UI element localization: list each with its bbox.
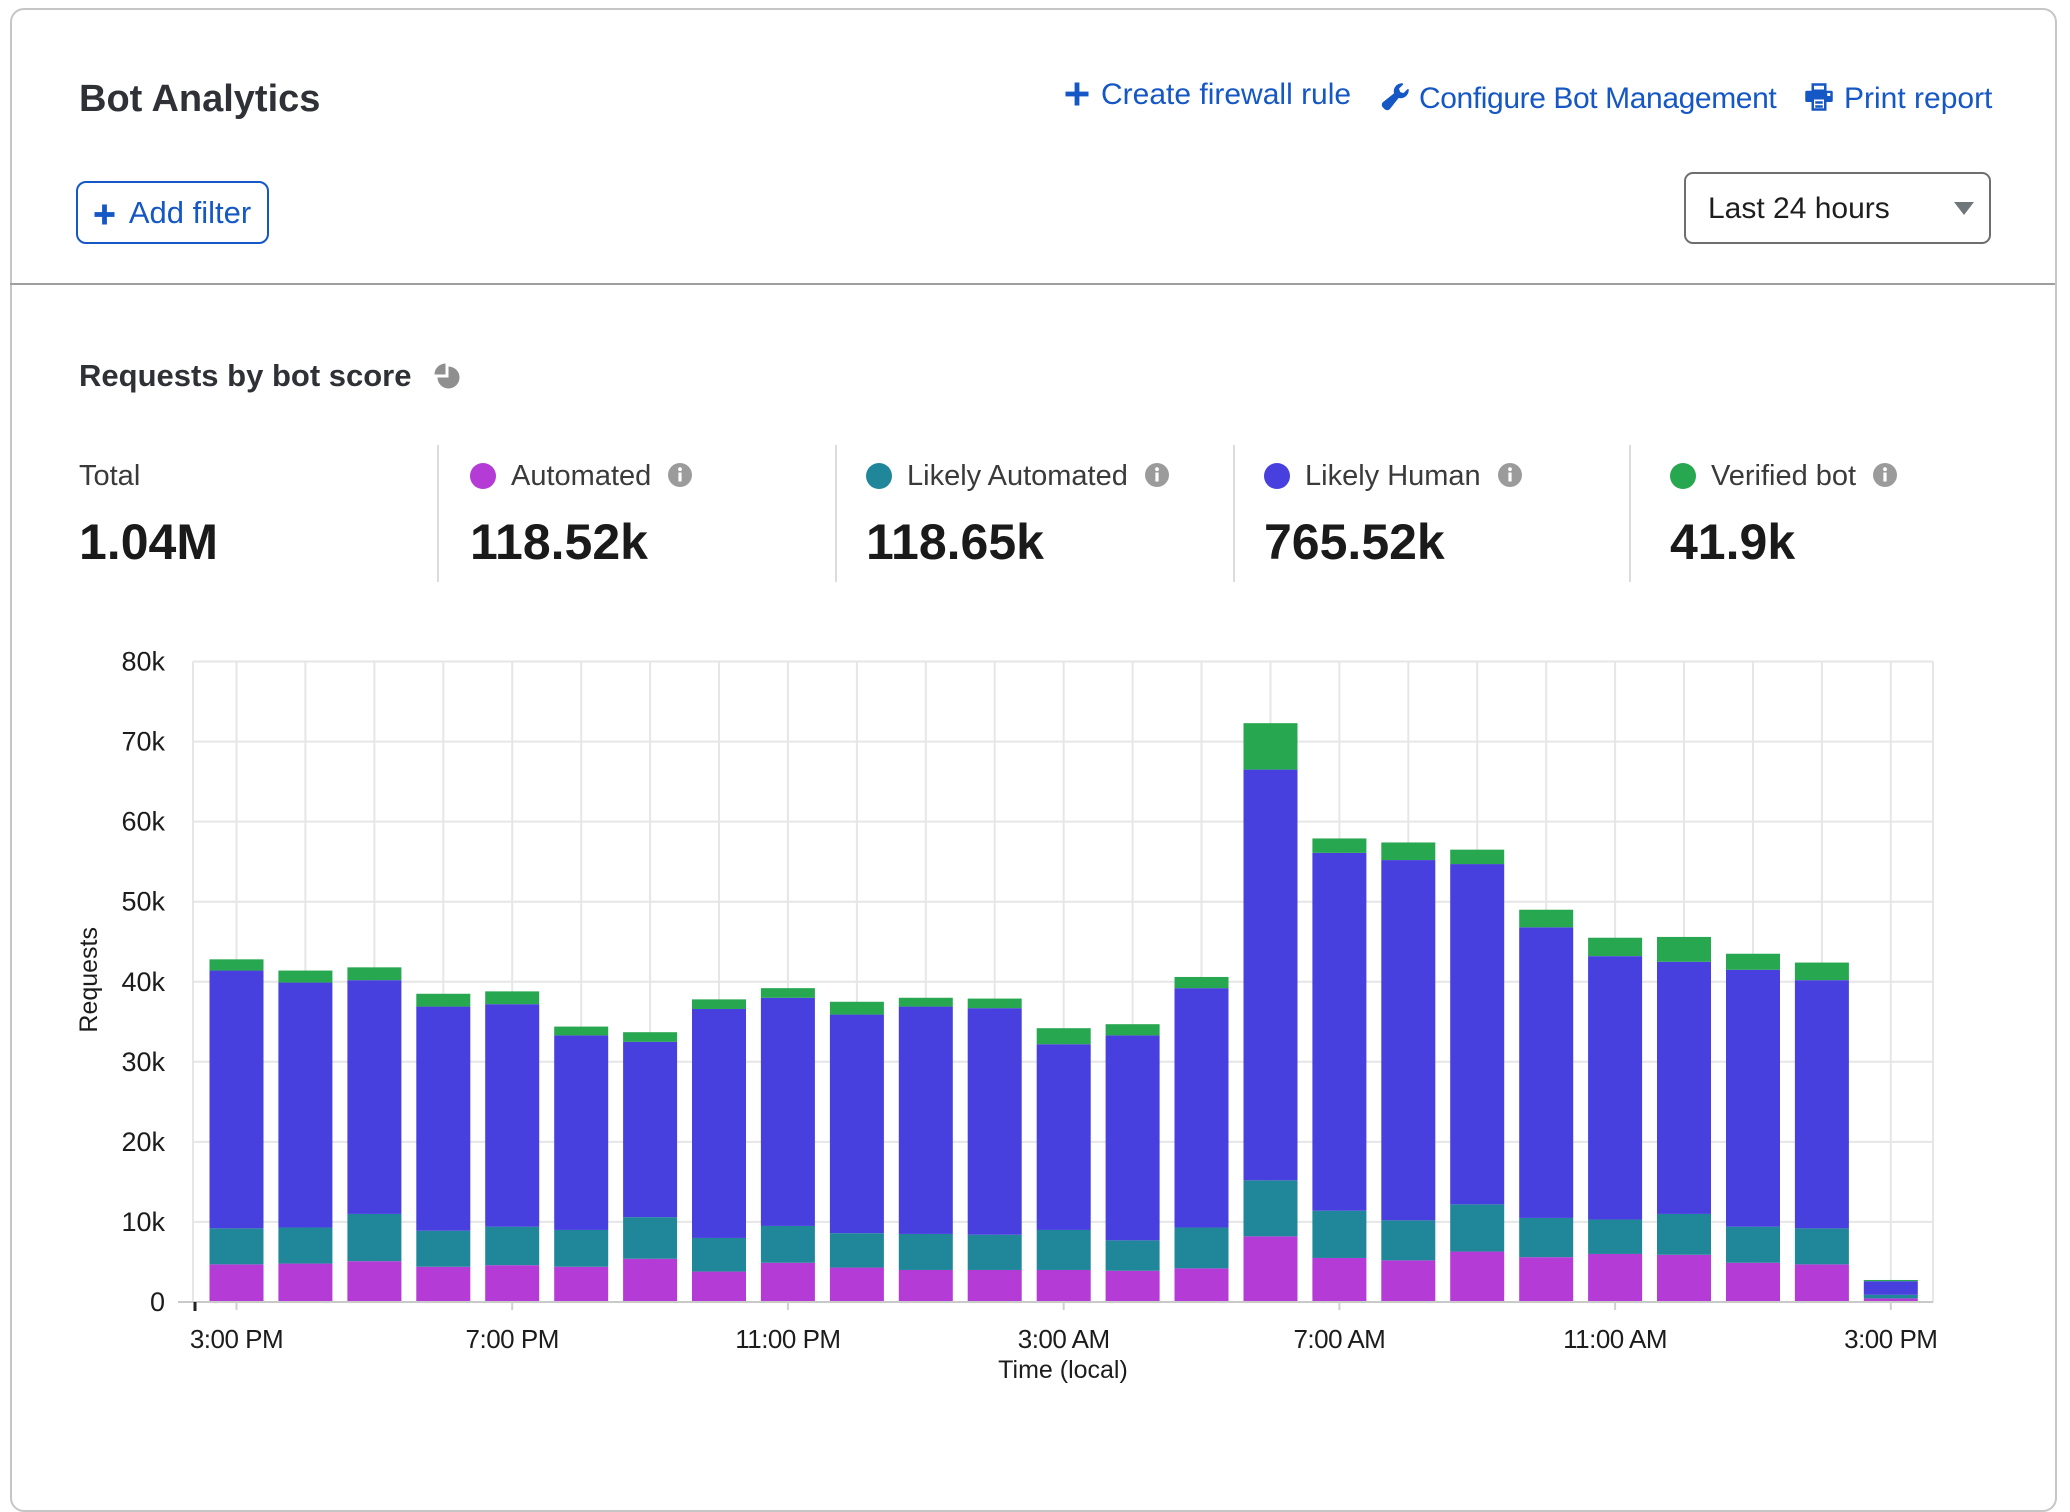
svg-text:30k: 30k (121, 1047, 165, 1077)
svg-text:20k: 20k (121, 1127, 165, 1157)
svg-text:50k: 50k (121, 887, 165, 917)
svg-text:3:00 PM: 3:00 PM (190, 1324, 283, 1354)
svg-text:40k: 40k (121, 967, 165, 997)
svg-text:7:00 AM: 7:00 AM (1293, 1324, 1385, 1354)
svg-text:80k: 80k (121, 647, 165, 677)
svg-text:11:00 PM: 11:00 PM (735, 1324, 840, 1354)
svg-text:7:00 PM: 7:00 PM (466, 1324, 559, 1354)
svg-text:Time (local): Time (local) (998, 1356, 1128, 1384)
svg-text:70k: 70k (121, 727, 165, 757)
svg-text:60k: 60k (121, 807, 165, 837)
svg-text:Requests: Requests (75, 927, 103, 1033)
svg-text:3:00 AM: 3:00 AM (1018, 1324, 1110, 1354)
svg-text:10k: 10k (121, 1207, 165, 1237)
svg-text:3:00 PM: 3:00 PM (1844, 1324, 1937, 1354)
svg-text:0: 0 (150, 1287, 165, 1317)
svg-text:11:00 AM: 11:00 AM (1563, 1324, 1667, 1354)
